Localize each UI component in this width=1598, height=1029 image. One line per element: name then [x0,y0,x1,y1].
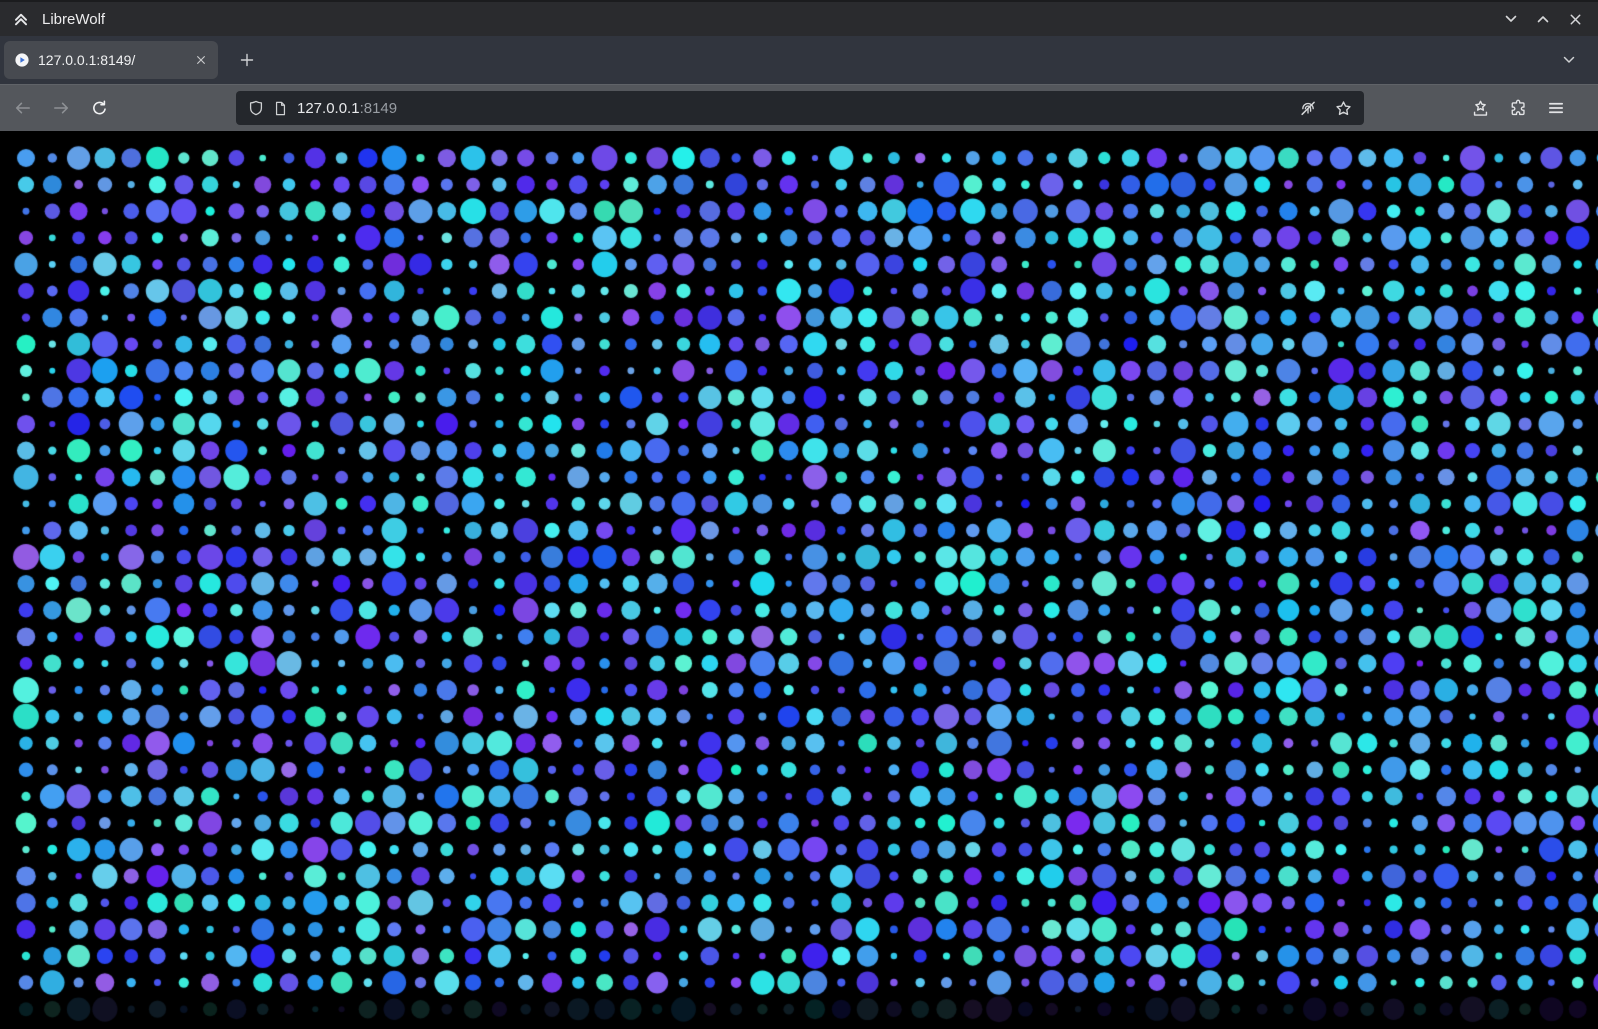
list-all-tabs-button[interactable] [1554,45,1584,75]
close-icon [1568,12,1583,27]
tab-bar: 127.0.0.1:8149/ [0,36,1598,84]
browser-window: LibreWolf [0,0,1598,1029]
new-tab-button[interactable] [232,45,262,75]
maximize-button[interactable] [1528,5,1558,33]
tab-active[interactable]: 127.0.0.1:8149/ [4,41,218,79]
double-chevron-up-icon [12,10,30,28]
close-icon [195,54,207,66]
arrow-right-icon [52,99,70,117]
forward-button[interactable] [44,91,78,125]
reload-icon [91,100,108,117]
titlebar-left: LibreWolf [12,10,105,28]
tab-title: 127.0.0.1:8149/ [38,52,182,68]
page-content [0,131,1598,1029]
url-host: 127.0.0.1 [297,100,360,117]
tab-close-button[interactable] [190,49,212,71]
chevron-down-icon [1503,11,1519,27]
arrow-left-icon [14,99,32,117]
fingerprint-protection-button[interactable] [1295,95,1321,121]
puzzle-icon [1509,99,1527,117]
extensions-button[interactable] [1502,92,1534,124]
window-title: LibreWolf [42,11,105,28]
tab-favicon-icon [14,52,30,68]
url-port: :8149 [360,100,398,117]
titlebar: LibreWolf [0,0,1598,36]
star-tray-icon [1471,99,1490,118]
toolbar-right [1464,92,1572,124]
plus-icon [239,52,255,68]
fingerprint-slash-icon [1299,99,1317,117]
close-window-button[interactable] [1560,5,1590,33]
bookmark-star-button[interactable] [1330,95,1356,121]
menu-button[interactable] [1540,92,1572,124]
page-icon[interactable] [273,101,288,116]
navigation-toolbar: 127.0.0.1:8149 [0,84,1598,131]
star-icon [1335,100,1352,117]
chevron-up-icon [1535,11,1551,27]
bookmarks-toolbar-button[interactable] [1464,92,1496,124]
window-controls [1496,5,1590,33]
minimize-button[interactable] [1496,5,1526,33]
back-button[interactable] [6,91,40,125]
dots-canvas [0,131,1598,1029]
hamburger-icon [1547,99,1565,117]
reload-button[interactable] [82,91,116,125]
shield-icon[interactable] [248,100,264,116]
chevron-down-icon [1561,52,1577,68]
url-text[interactable]: 127.0.0.1:8149 [297,100,397,117]
url-bar[interactable]: 127.0.0.1:8149 [236,91,1364,125]
